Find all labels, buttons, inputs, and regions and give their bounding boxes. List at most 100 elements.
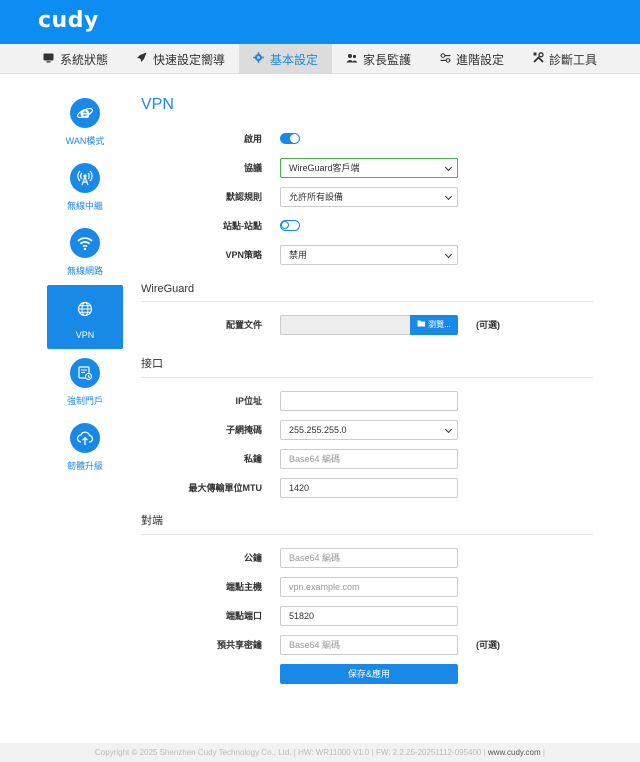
- default-rule-select[interactable]: 允許所有設備: [280, 186, 458, 207]
- mtu-input[interactable]: 1420: [280, 477, 458, 498]
- public-key-input[interactable]: Base64 編碼: [280, 547, 458, 568]
- globe-icon: [70, 294, 100, 324]
- config-file-picker: 瀏覽...: [280, 314, 458, 335]
- vpn-policy-row: VPN策略 禁用: [141, 240, 593, 269]
- field-label: 端點端口: [225, 611, 262, 621]
- enable-toggle[interactable]: [280, 133, 300, 144]
- gear-icon: [253, 52, 265, 66]
- nav-label: 快速設定嚮導: [152, 52, 225, 67]
- mask-row: 子網掩碼 255.255.255.0: [141, 415, 593, 444]
- site-to-site-row: 站點-站點: [141, 211, 593, 240]
- preshared-key-input[interactable]: Base64 編碼: [280, 634, 458, 655]
- endpoint-port-input[interactable]: 51820: [280, 605, 458, 626]
- nav-basic-settings[interactable]: 基本設定: [238, 44, 332, 74]
- nav-quick-setup[interactable]: 快速設定嚮導: [122, 44, 239, 74]
- monitor-icon: [43, 53, 55, 66]
- browse-label: 瀏覽...: [428, 320, 451, 329]
- field-label: 端點主機: [225, 582, 262, 592]
- field-label: 站點-站點: [223, 221, 262, 231]
- page-title: VPN: [141, 96, 174, 113]
- field-label: VPN策略: [225, 250, 262, 260]
- field-label: 公鑰: [243, 553, 262, 563]
- hardware-version: HW: WR11000 V1.0: [298, 748, 370, 757]
- nav-label: 家長監護: [363, 52, 412, 67]
- field-label: 配置文件: [225, 320, 262, 330]
- website-link[interactable]: www.cudy.com: [488, 748, 541, 757]
- wifi-icon: [70, 227, 100, 258]
- app-header: cudy: [0, 0, 640, 44]
- users-icon: [346, 53, 358, 66]
- private-key-input[interactable]: Base64 編碼: [280, 448, 458, 469]
- subnet-mask-select[interactable]: 255.255.255.0: [280, 419, 458, 440]
- ip-address-input[interactable]: [280, 390, 458, 411]
- captive-portal-icon: [70, 357, 100, 388]
- sliders-icon: [439, 52, 451, 66]
- firmware-version: FW: 2.2.25-20251112-095400: [375, 748, 482, 757]
- nav-advanced-settings[interactable]: 進階設定: [425, 44, 518, 74]
- endpoint-host-input[interactable]: vpn.example.com: [280, 576, 458, 597]
- protocol-select[interactable]: WireGuard客戶端: [280, 157, 458, 178]
- nav-label: 基本設定: [269, 52, 318, 67]
- sidebar-item-label: 強制門戶: [66, 395, 103, 406]
- tools-icon: [532, 52, 544, 66]
- field-label: 最大傳輸單位MTU: [188, 483, 263, 493]
- sidebar-item-captive-portal[interactable]: 強制門戶: [47, 350, 123, 414]
- nav-label: 診斷工具: [549, 52, 598, 67]
- save-row: 保存&應用: [141, 659, 593, 688]
- toggle-knob: [290, 134, 299, 143]
- psk-row: 預共享密鑰 Base64 編碼 (可選): [141, 630, 593, 659]
- public-key-row: 公鑰 Base64 編碼: [141, 543, 593, 572]
- sidebar-item-label: VPN: [75, 330, 95, 340]
- main-content: VPN 啟用 協議 WireGuard客戶端 默認規則 允許所有設備 站點-站點…: [141, 96, 593, 688]
- field-label: IP位址: [235, 396, 262, 406]
- sidebar-item-wireless[interactable]: 無線網路: [47, 220, 123, 284]
- footer: Copyright © 2025 Shenzhen Cudy Technolog…: [0, 743, 640, 762]
- sidebar-item-firmware-upgrade[interactable]: 韌體升級: [47, 415, 123, 479]
- sidebar-item-vpn[interactable]: VPN: [47, 285, 123, 349]
- private-key-row: 私鑰 Base64 編碼: [141, 444, 593, 473]
- field-label: 子網掩碼: [225, 425, 262, 435]
- sidebar-item-label: WAN模式: [65, 135, 105, 146]
- endpoint-host-row: 端點主機 vpn.example.com: [141, 572, 593, 601]
- config-file-row: 配置文件 瀏覽... (可選): [141, 310, 593, 339]
- nav-system-status[interactable]: 系統狀態: [29, 44, 122, 74]
- folder-open-icon: [417, 320, 426, 329]
- field-label: 啟用: [243, 134, 262, 144]
- sidebar: e WAN模式 無線中繼 無線網路 VPN 強制門戶 韌體升級: [47, 90, 123, 480]
- field-label: 協議: [243, 163, 262, 173]
- internet-explorer-icon: e: [70, 97, 100, 128]
- optional-hint: (可選): [476, 640, 500, 650]
- toggle-knob: [281, 221, 289, 229]
- wireless-repeater-icon: [70, 162, 100, 193]
- top-nav: 系統狀態 快速設定嚮導 基本設定 家長監護 進階設定 診斷工具: [0, 44, 640, 74]
- browse-button[interactable]: 瀏覽...: [410, 314, 458, 335]
- endpoint-port-row: 端點端口 51820: [141, 601, 593, 630]
- nav-diagnostics[interactable]: 診斷工具: [518, 44, 611, 74]
- nav-parental-control[interactable]: 家長監護: [332, 44, 425, 74]
- default-rule-row: 默認規則 允許所有設備: [141, 182, 593, 211]
- cloud-upload-icon: [70, 422, 100, 453]
- save-apply-button[interactable]: 保存&應用: [280, 663, 458, 684]
- svg-text:e: e: [80, 104, 90, 122]
- optional-hint: (可選): [476, 320, 500, 330]
- ip-row: IP位址: [141, 386, 593, 415]
- sidebar-item-label: 韌體升級: [66, 460, 103, 471]
- cudy-logo[interactable]: cudy: [38, 8, 99, 33]
- sidebar-item-repeater[interactable]: 無線中繼: [47, 155, 123, 219]
- sidebar-item-label: 無線網路: [66, 265, 103, 276]
- field-label: 私鑰: [243, 454, 262, 464]
- nav-label: 系統狀態: [59, 52, 108, 67]
- section-title-wireguard: WireGuard: [141, 275, 593, 302]
- vpn-policy-select[interactable]: 禁用: [280, 244, 458, 265]
- site-to-site-toggle[interactable]: [280, 220, 300, 231]
- field-label: 預共享密鑰: [216, 640, 262, 650]
- section-title-peer: 對端: [141, 504, 593, 535]
- enable-row: 啟用: [141, 124, 593, 153]
- field-label: 默認規則: [225, 192, 262, 202]
- footer-separator: |: [542, 748, 545, 757]
- config-file-input[interactable]: [280, 314, 410, 335]
- mtu-row: 最大傳輸單位MTU 1420: [141, 473, 593, 502]
- nav-label: 進階設定: [456, 52, 505, 67]
- section-title-interface: 接口: [141, 347, 593, 378]
- sidebar-item-wan-mode[interactable]: e WAN模式: [47, 90, 123, 154]
